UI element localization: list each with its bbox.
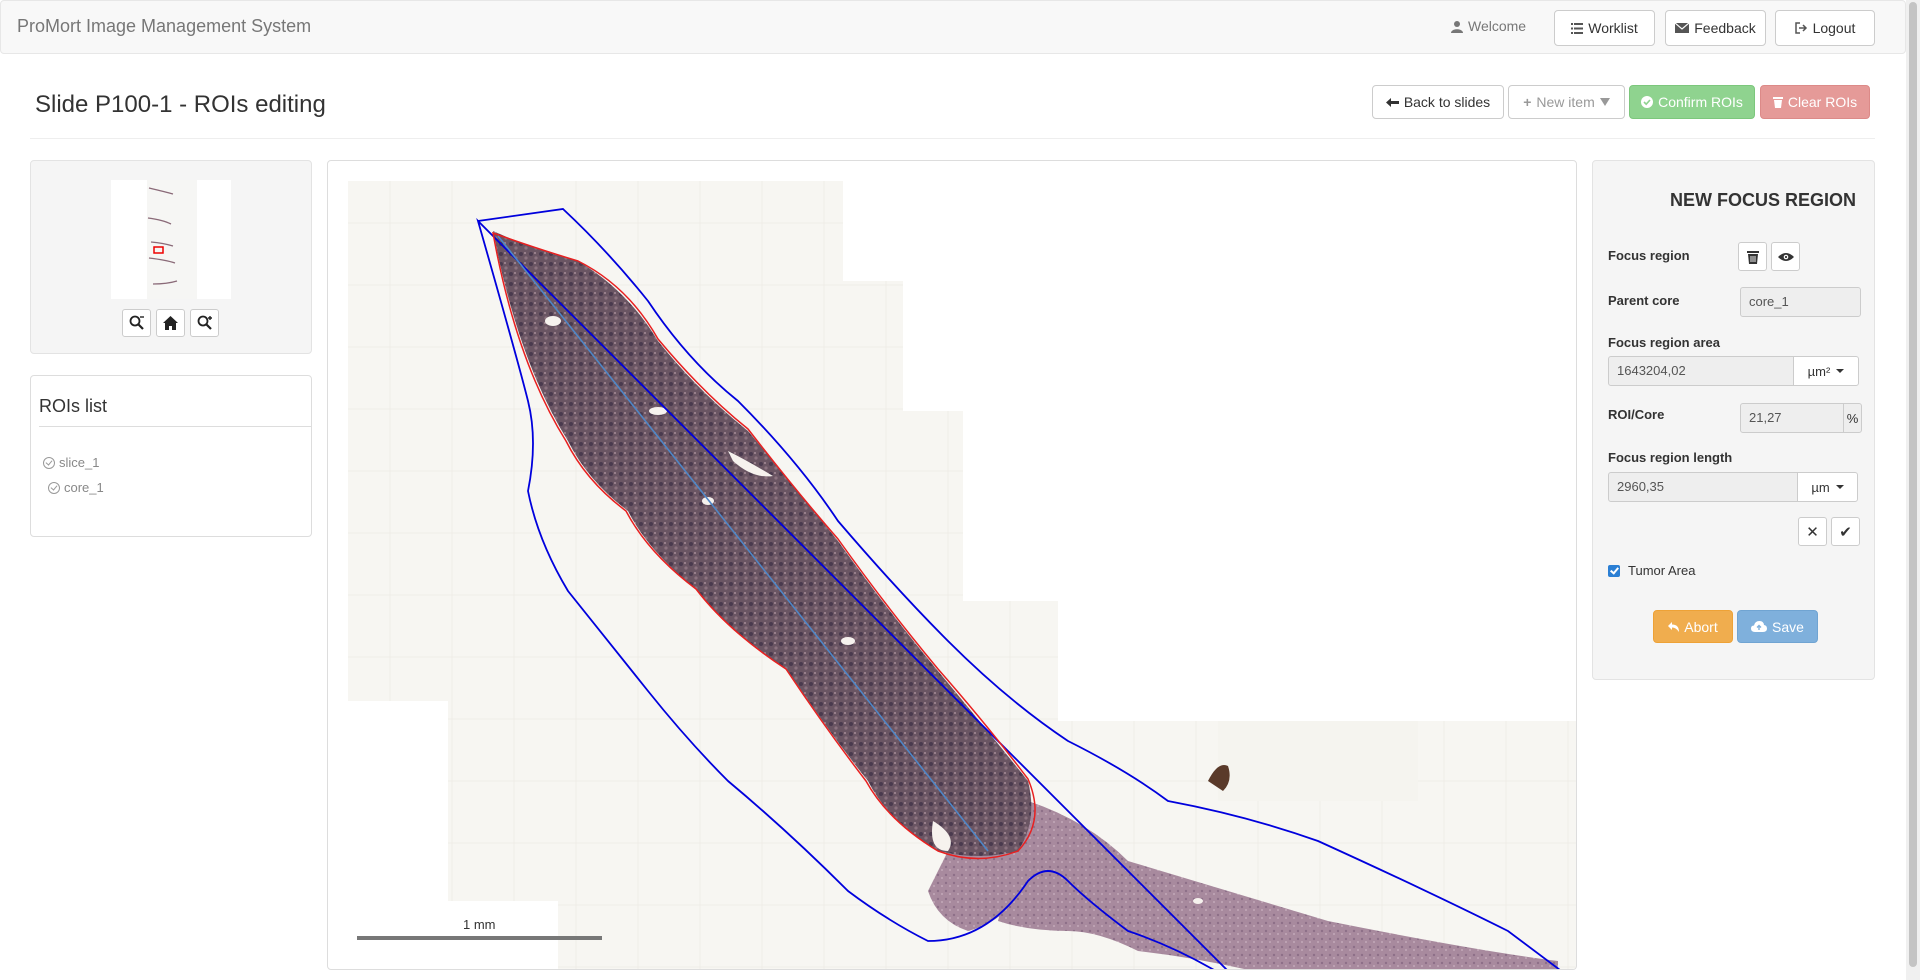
worklist-button[interactable]: Worklist	[1554, 10, 1655, 46]
scale-bar	[357, 936, 602, 940]
save-label: Save	[1772, 618, 1804, 635]
cancel-measure-button[interactable]: ✕	[1798, 517, 1827, 546]
roi-item-slice[interactable]: slice_1	[43, 455, 99, 470]
triangle-down-icon	[1599, 98, 1610, 106]
slide-thumbnail[interactable]	[111, 180, 231, 299]
logout-label: Logout	[1812, 20, 1856, 36]
welcome-menu[interactable]: Welcome	[1451, 18, 1526, 34]
tumor-area-checkbox[interactable]	[1608, 565, 1620, 577]
slide-viewer[interactable]: 1 mm	[327, 160, 1577, 970]
plus-icon: +	[1523, 94, 1532, 110]
new-item-label: New item	[1536, 94, 1595, 110]
new-item-dropdown[interactable]: + New item	[1508, 85, 1625, 119]
toggle-visibility-button[interactable]	[1771, 242, 1800, 271]
tumor-area-label: Tumor Area	[1628, 563, 1696, 578]
length-unit-dropdown[interactable]: µm	[1797, 472, 1858, 502]
zoom-out-button[interactable]	[122, 309, 151, 337]
cloud-upload-icon	[1751, 621, 1768, 632]
scale-bar-label: 1 mm	[463, 917, 496, 932]
roi-item-label: slice_1	[59, 455, 100, 470]
home-icon	[163, 316, 178, 330]
confirm-rois-button[interactable]: Confirm ROIs	[1629, 85, 1755, 119]
roi-status-icon	[43, 456, 55, 469]
panel-title: NEW FOCUS REGION	[1669, 190, 1856, 210]
close-icon: ✕	[1806, 523, 1819, 541]
logout-icon	[1794, 22, 1807, 34]
roi-item-core[interactable]: core_1	[48, 480, 104, 495]
rois-list-panel: ROIs list slice_1 core_1	[30, 375, 312, 537]
logout-button[interactable]: Logout	[1775, 10, 1875, 46]
page-title: Slide P100-1 - ROIs editing	[35, 91, 326, 118]
page-scrollbar[interactable]	[1906, 0, 1920, 980]
zoom-in-icon	[197, 315, 212, 330]
back-to-slides-label: Back to slides	[1403, 94, 1491, 110]
eye-icon	[1777, 252, 1794, 261]
abort-button[interactable]: Abort	[1653, 610, 1733, 643]
area-unit-dropdown[interactable]: µm²	[1793, 356, 1859, 386]
check-circle-icon	[1641, 96, 1654, 108]
header-divider	[30, 138, 1875, 139]
abort-label: Abort	[1684, 618, 1718, 635]
trash-icon	[1772, 97, 1783, 108]
caret-down-icon	[1836, 369, 1845, 373]
trash-icon	[1746, 250, 1759, 264]
top-navbar: ProMort Image Management System Welcome …	[0, 0, 1906, 54]
confirm-rois-label: Confirm ROIs	[1658, 94, 1743, 110]
parent-core-label: Parent core	[1608, 293, 1680, 308]
navigator-panel	[30, 160, 312, 354]
worklist-label: Worklist	[1588, 20, 1638, 36]
length-unit-label: µm	[1811, 479, 1830, 495]
clear-rois-label: Clear ROIs	[1787, 94, 1858, 110]
hand-left-icon	[1385, 97, 1399, 107]
zoom-in-button[interactable]	[190, 309, 219, 337]
user-icon	[1451, 20, 1463, 33]
list-icon	[1571, 22, 1584, 34]
feedback-button[interactable]: Feedback	[1665, 10, 1766, 46]
brand-title[interactable]: ProMort Image Management System	[17, 16, 311, 37]
focus-region-panel: NEW FOCUS REGION Focus region Parent cor…	[1592, 160, 1875, 680]
check-icon: ✔	[1839, 523, 1852, 541]
home-button[interactable]	[156, 309, 185, 337]
undo-arrow-icon	[1668, 621, 1680, 632]
welcome-label: Welcome	[1468, 18, 1527, 34]
roi-core-field[interactable]: 21,27	[1740, 403, 1844, 433]
roi-item-label: core_1	[64, 480, 104, 495]
envelope-icon	[1675, 23, 1690, 33]
area-label: Focus region area	[1608, 335, 1720, 350]
rois-list-divider	[39, 426, 311, 427]
thumbnail-image	[147, 180, 197, 299]
area-field[interactable]: 1643204,02	[1608, 356, 1794, 386]
area-unit-label: µm²	[1807, 363, 1831, 379]
scrollbar-thumb[interactable]	[1909, 2, 1917, 967]
focus-region-label: Focus region	[1608, 248, 1690, 263]
rois-list-title: ROIs list	[39, 396, 108, 416]
parent-core-field[interactable]: core_1	[1740, 287, 1861, 317]
save-button[interactable]: Save	[1737, 610, 1818, 643]
confirm-measure-button[interactable]: ✔	[1831, 517, 1860, 546]
caret-down-icon	[1835, 485, 1844, 489]
feedback-label: Feedback	[1694, 20, 1756, 36]
roi-core-label: ROI/Core	[1608, 407, 1665, 422]
slide-image	[348, 181, 1576, 969]
back-to-slides-button[interactable]: Back to slides	[1372, 85, 1504, 119]
clear-rois-button[interactable]: Clear ROIs	[1760, 85, 1870, 119]
roi-core-unit: %	[1843, 403, 1862, 433]
length-field[interactable]: 2960,35	[1608, 472, 1798, 502]
delete-shape-button[interactable]	[1738, 242, 1767, 271]
zoom-out-icon	[129, 315, 144, 330]
roi-status-icon	[48, 481, 60, 494]
length-label: Focus region length	[1608, 450, 1733, 465]
